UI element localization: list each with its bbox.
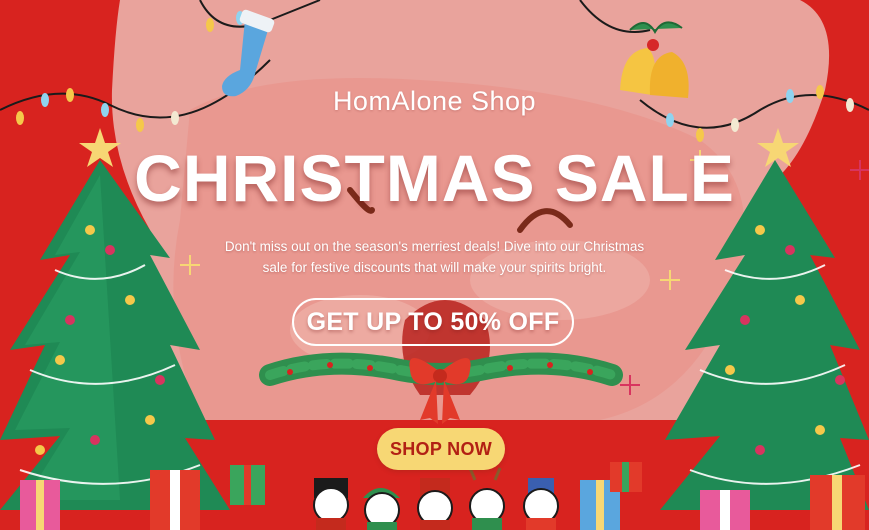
christmas-sale-banner: HomAlone Shop CHRISTMAS SALE Don't miss … <box>0 0 869 530</box>
tagline-line-2: sale for festive discounts that will mak… <box>262 260 607 275</box>
tagline: Don't miss out on the season's merriest … <box>210 236 659 278</box>
shop-now-button[interactable]: SHOP NOW <box>377 428 505 470</box>
discount-offer-badge: GET UP TO 50% OFF <box>292 298 574 346</box>
shop-name: HomAlone Shop <box>332 86 537 116</box>
page-title: CHRISTMAS SALE <box>134 141 735 215</box>
tagline-line-1: Don't miss out on the season's merriest … <box>224 239 645 254</box>
